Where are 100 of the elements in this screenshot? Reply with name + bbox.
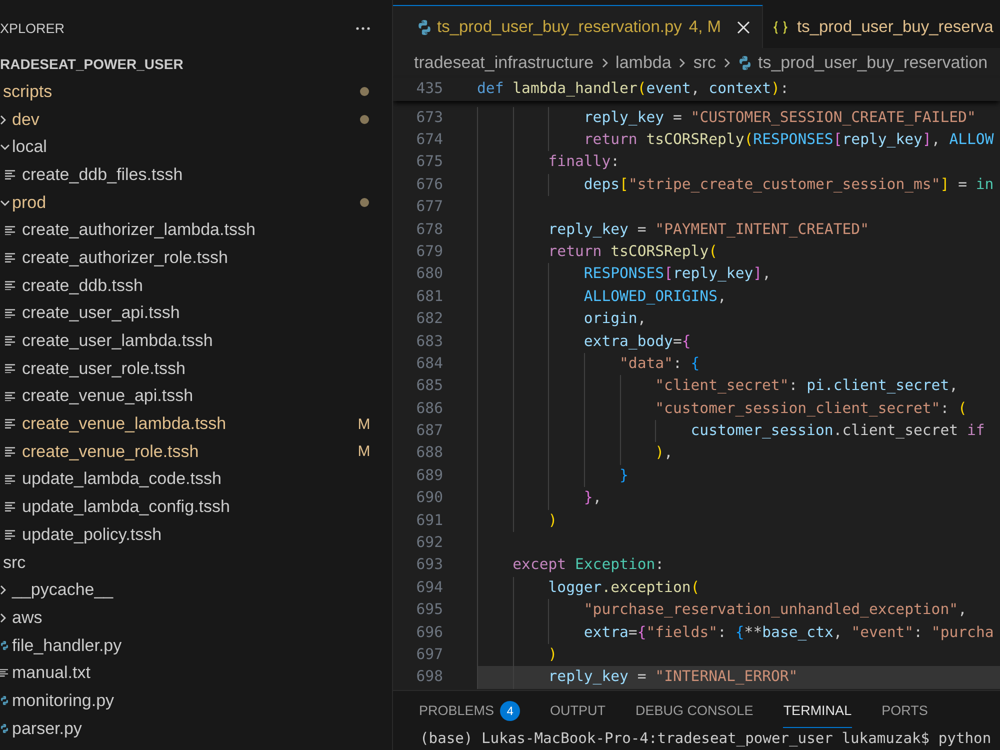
python-file-icon [0, 724, 9, 734]
code-line: ) [477, 644, 558, 666]
python-file-icon [738, 56, 752, 70]
breadcrumb-item[interactable]: src [693, 53, 716, 73]
braces-icon [773, 20, 788, 34]
line-number: 695 [415, 600, 443, 620]
code-line: ALLOWED_ORIGINS, [477, 286, 726, 308]
panel-tab[interactable]: DEBUG CONSOLE [636, 691, 754, 728]
file-name[interactable]: create_user_api.tssh [22, 303, 180, 324]
close-icon[interactable] [737, 20, 750, 34]
editor-tab[interactable]: ts_prod_user_buy_reservation.py 4, M [393, 5, 763, 48]
status-dot-icon [360, 198, 368, 208]
file-name[interactable]: monitoring.py [12, 690, 114, 711]
code-line: extra={"fields": {**base_ctx, "event": "purcha [477, 622, 994, 644]
line-number: 693 [415, 555, 443, 576]
line-number: 688 [415, 443, 443, 464]
file-name[interactable]: create_user_lambda.tssh [22, 331, 213, 352]
status-dot-icon [360, 87, 368, 96]
line-number: 674 [415, 130, 443, 150]
folder-name[interactable]: prod [12, 192, 46, 213]
line-number: 686 [415, 398, 443, 419]
line-number: 680 [415, 264, 443, 284]
document-lines-icon [5, 308, 15, 318]
line-number: 681 [415, 286, 443, 307]
file-name[interactable]: update_lambda_code.tssh [22, 469, 222, 490]
breadcrumb-item[interactable]: tradeseat_infrastructure [414, 53, 594, 73]
panel-tab[interactable]: OUTPUT [550, 691, 606, 728]
folder-name[interactable]: scripts [3, 82, 52, 102]
file-name[interactable]: create_authorizer_role.tssh [22, 248, 228, 268]
document-lines-icon [5, 253, 15, 263]
chevron-right-icon[interactable] [0, 612, 6, 623]
file-name[interactable]: file_handler.py [12, 636, 122, 656]
line-number: 676 [415, 174, 443, 195]
code-line: reply_key = "PAYMENT_INTENT_CREATED" [477, 218, 869, 241]
panel-tab[interactable]: PROBLEMS 4 [419, 691, 520, 728]
code-line: origin, [477, 308, 646, 330]
document-lines-icon [5, 502, 15, 512]
code-line: "data": { [477, 352, 700, 376]
line-number: 698 [415, 667, 443, 688]
panel-tab[interactable]: TERMINAL [783, 691, 852, 728]
file-name[interactable]: create_venue_role.tssh [22, 442, 199, 462]
document-lines-icon [5, 364, 15, 374]
folder-name[interactable]: dev [12, 110, 40, 130]
line-number: 697 [415, 644, 443, 665]
folder-name[interactable]: local [12, 137, 47, 158]
line-number: 685 [415, 376, 443, 396]
code-line: "client_secret": pi.client_secret, [477, 375, 958, 398]
code-line: logger.exception( [477, 576, 700, 600]
folder-name[interactable]: __pycache__ [12, 580, 114, 600]
git-status-label: M [358, 416, 370, 433]
code-line: }, [477, 487, 602, 510]
file-name[interactable]: create_ddb.tssh [22, 276, 143, 296]
chevron-right-icon[interactable] [0, 114, 6, 125]
chevron-right-icon [679, 58, 686, 68]
file-name[interactable]: update_policy.tssh [22, 524, 162, 545]
code-line: except Exception: [477, 554, 664, 577]
code-line: deps["stripe_create_customer_session_ms"] = in [477, 174, 994, 196]
code-line: } [477, 464, 628, 488]
line-number: 690 [415, 488, 443, 508]
code-line: ), [477, 442, 673, 465]
code-line: finally: [477, 151, 620, 174]
status-dot-icon [360, 115, 368, 124]
chevron-right-icon[interactable] [0, 585, 6, 596]
file-name[interactable]: create_authorizer_lambda.tssh [22, 220, 256, 240]
file-name[interactable]: create_venue_api.tssh [22, 386, 194, 406]
line-number: 679 [415, 242, 443, 262]
document-lines-icon [5, 170, 15, 180]
terminal-line: (base) Lukas-MacBook-Pro-4:tradeseat_power_user lukamuzak$ python [419, 729, 992, 749]
code-line: ) [477, 510, 558, 532]
line-number: 678 [415, 220, 443, 240]
file-name[interactable]: update_lambda_config.tssh [22, 497, 230, 518]
breadcrumb-item[interactable]: lambda [616, 53, 672, 73]
python-file-icon [0, 641, 9, 650]
file-name[interactable]: manual.txt [12, 663, 90, 684]
chevron-right-icon [602, 58, 608, 68]
panel-tab[interactable]: PORTS [882, 691, 928, 728]
line-number: 673 [415, 108, 443, 128]
file-name[interactable]: create_ddb_files.tssh [22, 164, 183, 185]
more-icon[interactable] [356, 26, 370, 30]
chevron-down-icon[interactable] [0, 144, 10, 150]
workspace-title[interactable]: RADESEAT_POWER_USER [0, 56, 184, 72]
code-line: "customer_session_client_secret": ( [477, 398, 967, 420]
document-lines-icon [5, 392, 15, 402]
code-line: def lambda_handler(event, context): [477, 79, 789, 99]
line-number: 677 [415, 197, 443, 218]
chevron-down-icon[interactable] [0, 200, 10, 206]
git-status-label: M [358, 443, 370, 460]
file-name[interactable]: create_venue_lambda.tssh [22, 414, 226, 434]
line-number: 682 [415, 309, 443, 330]
count-badge: 4 [500, 700, 520, 720]
file-name[interactable]: create_user_role.tssh [22, 358, 186, 379]
document-lines-icon [5, 447, 15, 457]
folder-name[interactable]: src [3, 552, 26, 573]
code-line: "purchase_reservation_unhandled_exception", [477, 599, 967, 622]
breadcrumb-item[interactable]: ts_prod_user_buy_reservation [738, 53, 988, 73]
document-lines-icon [5, 336, 15, 346]
document-lines-icon [0, 669, 8, 678]
line-number: 694 [415, 578, 443, 598]
file-name[interactable]: parser.py [12, 718, 82, 739]
folder-name[interactable]: aws [12, 608, 42, 628]
